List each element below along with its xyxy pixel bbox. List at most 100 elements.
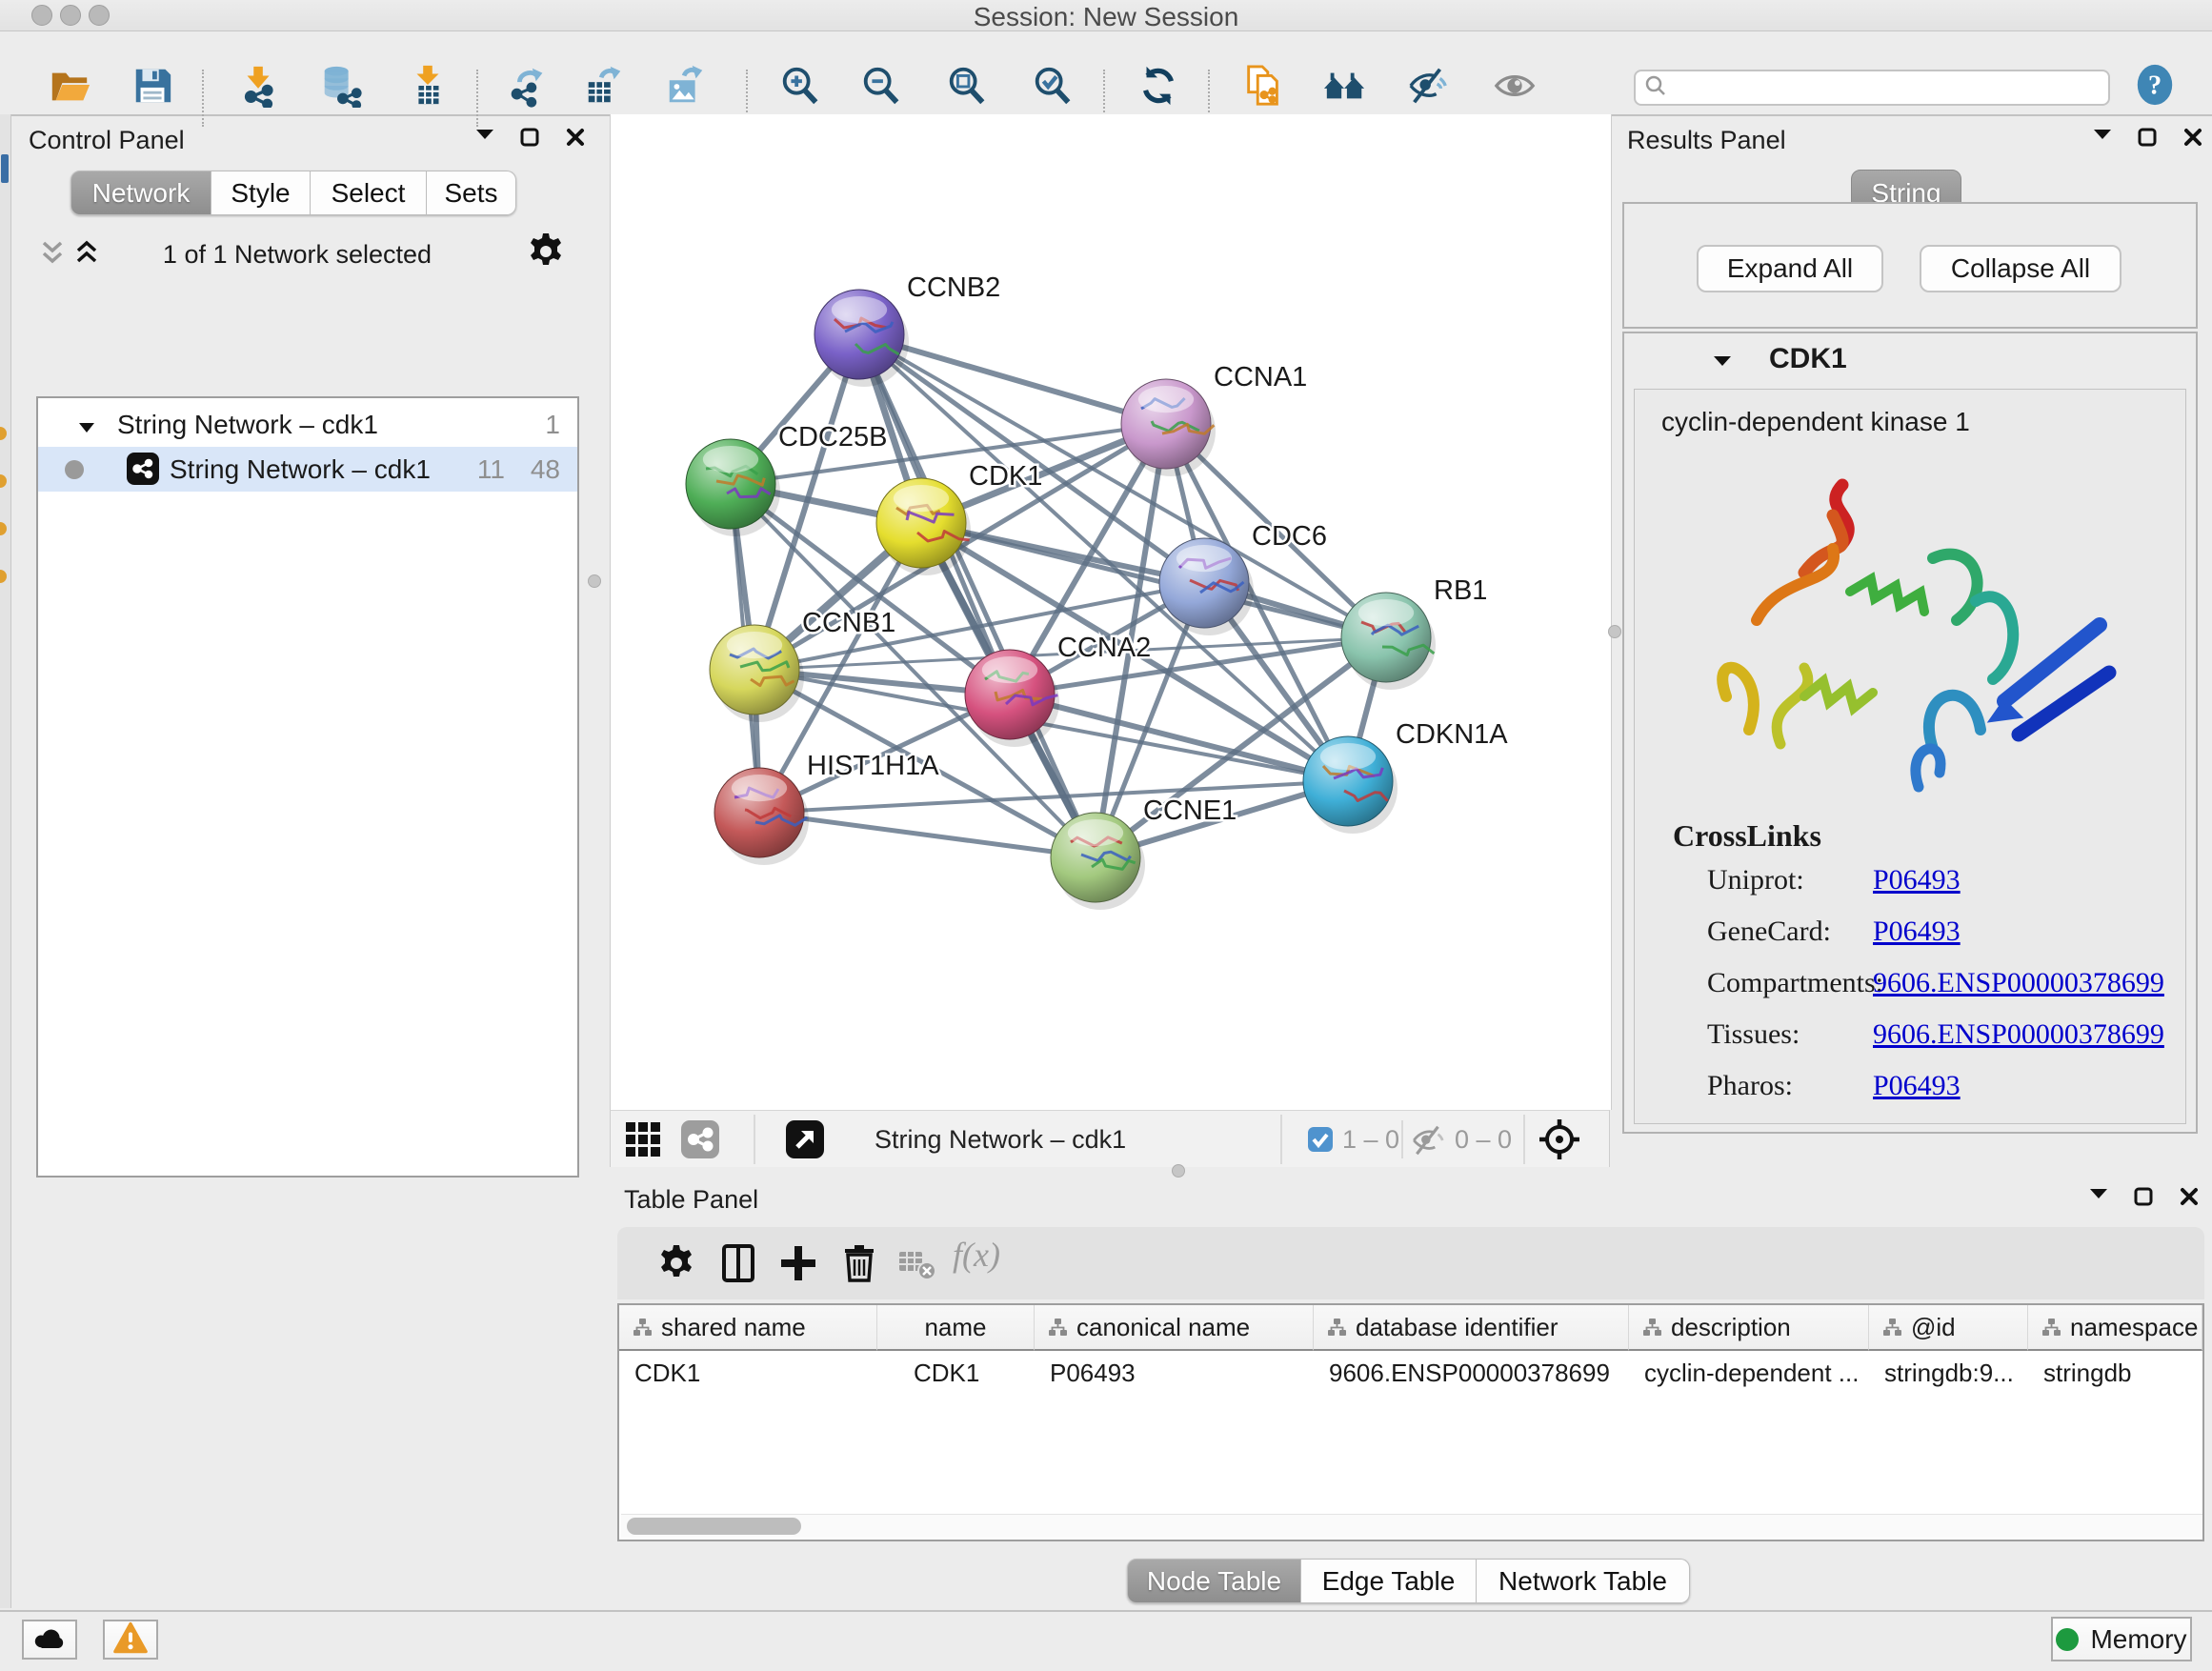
close-panel-icon[interactable] (566, 128, 587, 147)
duplicate-network-icon[interactable] (1241, 64, 1285, 108)
tab-network-table[interactable]: Network Table (1477, 1559, 1690, 1603)
network-graph[interactable]: CCNB2CCNA1CDC25BCDK1CDC6RB1CCNB1CCNA2CDK… (611, 114, 1611, 1110)
tab-network[interactable]: Network (70, 171, 211, 215)
bottom-splitter-grip[interactable] (1172, 1164, 1185, 1178)
dock-handle-icon[interactable] (1, 154, 9, 183)
open-session-icon[interactable] (48, 64, 91, 108)
export-network-icon[interactable] (507, 64, 551, 108)
crosslink-genecard-link[interactable]: P06493 (1873, 916, 1961, 948)
close-panel-icon[interactable] (2183, 128, 2204, 147)
tab-edge-table[interactable]: Edge Table (1301, 1559, 1477, 1603)
collapse-panel-icon[interactable] (474, 128, 495, 147)
cell-namespace[interactable]: stringdb (2028, 1351, 2202, 1395)
svg-text:CDK1: CDK1 (969, 461, 1042, 492)
crosslink-uniprot-link[interactable]: P06493 (1873, 864, 1961, 896)
import-table-file-icon[interactable] (406, 64, 450, 108)
dock-bookmark-icon[interactable] (0, 570, 7, 583)
tab-select[interactable]: Select (311, 171, 427, 215)
network-options-gear-icon[interactable] (525, 231, 567, 272)
crosslink-pharos-link[interactable]: P06493 (1873, 1070, 1961, 1102)
selected-checkbox-icon[interactable] (1307, 1126, 1334, 1153)
delete-column-icon[interactable] (838, 1242, 880, 1284)
collapse-all-networks-icon[interactable] (38, 236, 67, 273)
column-label: shared name (661, 1313, 806, 1342)
hide-selected-icon[interactable] (1407, 64, 1451, 108)
memory-button[interactable]: Memory (2051, 1617, 2192, 1661)
column-header-shared-name[interactable]: shared name (619, 1305, 877, 1351)
table-tabbar: Node Table Edge Table Network Table (1127, 1559, 1690, 1603)
results-scroll-area[interactable]: CDK1 cyclin-dependent kinase 1 (1622, 332, 2198, 1134)
detach-view-icon[interactable] (784, 1118, 826, 1160)
search-field[interactable] (1634, 70, 2110, 106)
float-panel-icon[interactable] (2138, 128, 2159, 147)
cell-description[interactable]: cyclin-dependent ... (1629, 1351, 1869, 1395)
float-panel-icon[interactable] (2134, 1187, 2155, 1206)
crosslink-tissues-link[interactable]: 9606.ENSP00000378699 (1873, 1018, 2164, 1051)
gene-name: CDK1 (1769, 343, 1847, 375)
tab-sets[interactable]: Sets (427, 171, 516, 215)
left-splitter-grip[interactable] (588, 574, 601, 588)
main-toolbar: ? (0, 31, 2212, 116)
dock-bookmark-icon[interactable] (0, 522, 7, 535)
svg-text:CDC6: CDC6 (1252, 521, 1327, 552)
table-row[interactable]: CDK1 CDK1 P06493 9606.ENSP00000378699 cy… (619, 1351, 2202, 1395)
collection-expander-icon[interactable] (78, 410, 95, 440)
show-columns-icon[interactable] (717, 1242, 759, 1284)
close-panel-icon[interactable] (2180, 1187, 2201, 1206)
collapse-panel-icon[interactable] (2088, 1187, 2109, 1206)
float-panel-icon[interactable] (520, 128, 541, 147)
right-splitter-grip[interactable] (1608, 625, 1621, 638)
cell-canonical-name[interactable]: P06493 (1035, 1351, 1314, 1395)
cell-id[interactable]: stringdb:9... (1869, 1351, 2028, 1395)
first-neighbors-icon[interactable] (1323, 64, 1367, 108)
column-header-database-identifier[interactable]: database identifier (1314, 1305, 1629, 1351)
column-header-canonical-name[interactable]: canonical name (1035, 1305, 1314, 1351)
dock-bookmark-icon[interactable] (0, 427, 7, 440)
column-label: name (924, 1313, 986, 1342)
create-column-icon[interactable] (777, 1242, 819, 1284)
cloud-button[interactable] (22, 1620, 77, 1660)
cell-database-identifier[interactable]: 9606.ENSP00000378699 (1314, 1351, 1629, 1395)
node-table[interactable]: shared name name canonical name database… (617, 1303, 2204, 1541)
expand-all-networks-icon[interactable] (72, 236, 101, 273)
birds-eye-view-icon[interactable] (1538, 1117, 1581, 1161)
collapse-panel-icon[interactable] (2092, 128, 2113, 147)
column-label: description (1671, 1313, 1791, 1342)
dock-bookmark-icon[interactable] (0, 474, 7, 488)
collection-label: String Network – cdk1 (117, 410, 378, 440)
column-header-namespace[interactable]: namespace (2028, 1305, 2202, 1351)
save-session-icon[interactable] (131, 64, 174, 108)
zoom-out-icon[interactable] (859, 64, 903, 108)
scrollbar-thumb[interactable] (627, 1518, 801, 1535)
tab-node-table[interactable]: Node Table (1127, 1559, 1301, 1603)
horizontal-scrollbar[interactable] (621, 1514, 2202, 1538)
help-icon[interactable]: ? (2133, 63, 2177, 107)
cell-shared-name[interactable]: CDK1 (619, 1351, 877, 1395)
collapse-all-button[interactable]: Collapse All (1920, 245, 2122, 292)
string-view-icon[interactable] (679, 1118, 721, 1160)
import-network-file-icon[interactable] (237, 64, 281, 108)
export-table-icon[interactable] (583, 64, 627, 108)
zoom-in-icon[interactable] (778, 64, 822, 108)
import-network-database-icon[interactable] (318, 64, 362, 108)
show-all-icon[interactable] (1493, 64, 1537, 108)
crosslink-compartments-link[interactable]: 9606.ENSP00000378699 (1873, 967, 2164, 999)
update-network-icon[interactable] (1136, 64, 1180, 108)
column-header-description[interactable]: description (1629, 1305, 1869, 1351)
grid-view-icon[interactable] (622, 1118, 664, 1160)
entry-expander-icon[interactable] (1712, 354, 1733, 372)
column-header-id[interactable]: @id (1869, 1305, 2028, 1351)
network-canvas[interactable]: CCNB2CCNA1CDC25BCDK1CDC6RB1CCNB1CCNA2CDK… (610, 114, 1612, 1110)
network-row-selected[interactable]: String Network – cdk1 11 48 (38, 447, 577, 492)
cell-name[interactable]: CDK1 (877, 1351, 1035, 1395)
zoom-fit-icon[interactable] (945, 64, 989, 108)
zoom-selected-icon[interactable] (1031, 64, 1075, 108)
search-input[interactable] (1668, 72, 2108, 104)
expand-all-button[interactable]: Expand All (1697, 245, 1883, 292)
table-options-gear-icon[interactable] (655, 1242, 697, 1284)
tab-style[interactable]: Style (211, 171, 311, 215)
network-collection-row[interactable]: String Network – cdk1 1 (38, 402, 577, 447)
column-header-name[interactable]: name (877, 1305, 1035, 1351)
warnings-button[interactable] (103, 1620, 158, 1660)
export-image-icon[interactable] (664, 64, 708, 108)
